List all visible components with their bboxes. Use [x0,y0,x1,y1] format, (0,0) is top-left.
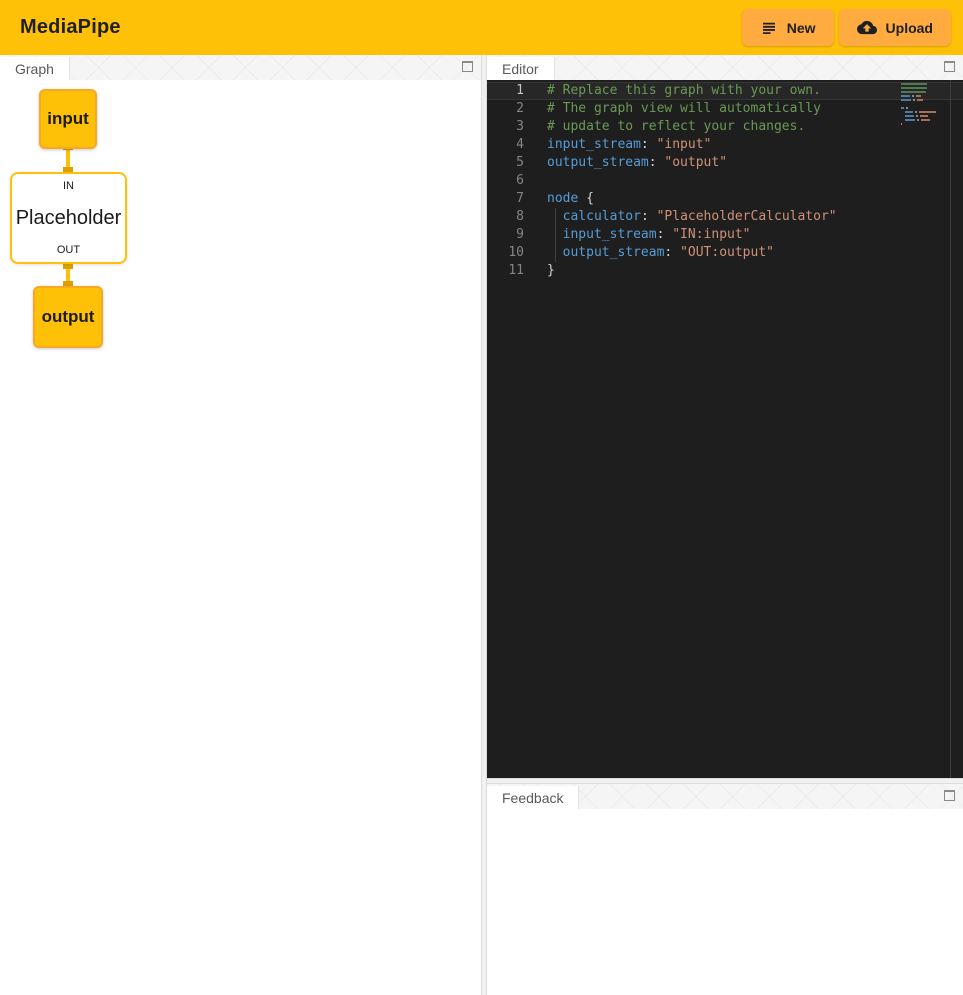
minimap-divider [950,80,951,778]
line-number: 6 [487,172,524,190]
tab-editor[interactable]: Editor [487,57,555,80]
graph-maximize-icon[interactable] [462,61,473,72]
line-number: 5 [487,154,524,172]
graph-node-output-label: output [42,307,95,327]
editor-maximize-icon[interactable] [944,61,955,72]
feedback-tab-bar: Feedback [487,784,963,809]
tab-graph[interactable]: Graph [0,57,70,80]
placeholder-out-port-label: OUT [57,244,80,256]
feedback-maximize-icon[interactable] [944,790,955,801]
editor-minimap[interactable] [901,83,947,127]
code-line-11[interactable]: 11} [487,262,963,280]
line-number: 4 [487,136,524,154]
placeholder-in-port-label: IN [63,180,74,192]
subject-icon [760,19,778,37]
editor-tab-label: Editor [502,61,539,77]
graph-node-placeholder-label: Placeholder [16,207,122,230]
code-line-5[interactable]: 5output_stream: "output" [487,154,963,172]
code-line-3[interactable]: 3# update to reflect your changes. [487,118,963,136]
line-number: 8 [487,208,524,226]
upload-button[interactable]: Upload [839,9,951,46]
upload-button-label: Upload [886,20,933,36]
new-button[interactable]: New [742,9,834,46]
new-button-label: New [787,20,816,36]
app-title: MediaPipe [20,16,737,39]
line-number: 3 [487,118,524,136]
main-area: Graph input IN Placeholder OUT output [0,55,963,995]
feedback-tab-label: Feedback [502,790,563,806]
code-line-9[interactable]: 9 input_stream: "IN:input" [487,226,963,244]
tab-feedback[interactable]: Feedback [487,786,579,809]
editor-lines: 1# Replace this graph with your own.2# T… [487,82,963,280]
app-header: MediaPipe New Upload [0,0,963,55]
line-number: 9 [487,226,524,244]
code-line-1[interactable]: 1# Replace this graph with your own. [487,82,963,100]
cloud-upload-icon [857,19,877,36]
graph-node-placeholder[interactable]: IN Placeholder OUT [10,172,127,264]
graph-tab-bar: Graph [0,55,481,80]
code-line-6[interactable]: 6 [487,172,963,190]
code-line-2[interactable]: 2# The graph view will automatically [487,100,963,118]
graph-node-output[interactable]: output [33,286,103,348]
code-line-8[interactable]: 8 calculator: "PlaceholderCalculator" [487,208,963,226]
editor-tab-bar: Editor [487,55,963,80]
line-number: 1 [487,82,524,100]
code-line-7[interactable]: 7node { [487,190,963,208]
line-number: 7 [487,190,524,208]
line-number: 2 [487,100,524,118]
code-editor[interactable]: 1# Replace this graph with your own.2# T… [487,80,963,778]
graph-panel: Graph input IN Placeholder OUT output [0,55,481,995]
feedback-content [487,809,963,995]
graph-node-input[interactable]: input [39,89,97,149]
feedback-panel: Feedback [487,784,963,995]
graph-node-input-label: input [47,109,89,129]
code-line-10[interactable]: 10 output_stream: "OUT:output" [487,244,963,262]
graph-canvas[interactable]: input IN Placeholder OUT output [0,80,481,995]
line-number: 11 [487,262,524,280]
right-column: Editor 1# Replace this graph with your o… [487,55,963,995]
editor-panel: Editor 1# Replace this graph with your o… [487,55,963,778]
graph-tab-label: Graph [15,61,54,77]
code-line-4[interactable]: 4input_stream: "input" [487,136,963,154]
line-number: 10 [487,244,524,262]
